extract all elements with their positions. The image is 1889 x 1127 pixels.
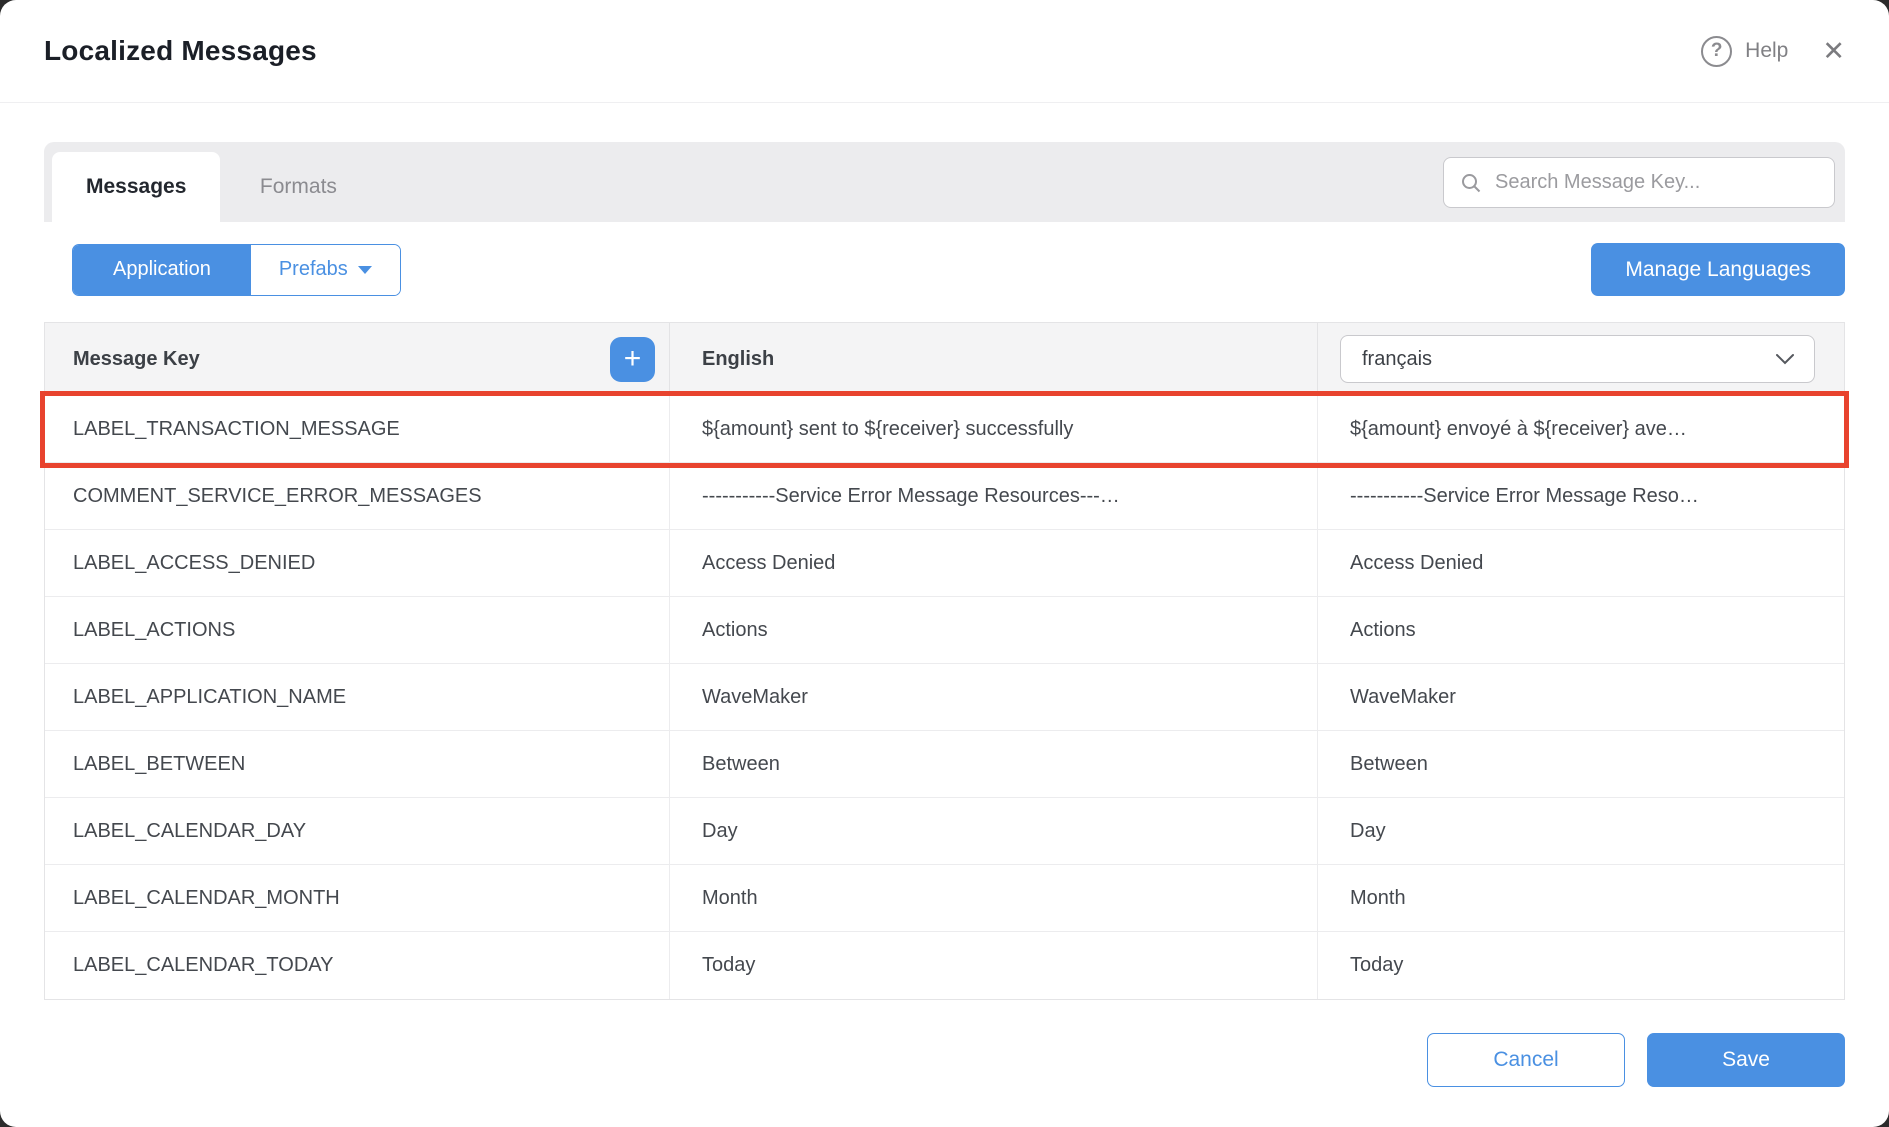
help-icon[interactable]: ?	[1701, 36, 1732, 67]
table-row: LABEL_BETWEEN Between Between	[45, 731, 1844, 798]
message-key-cell[interactable]: LABEL_ACTIONS	[45, 597, 669, 663]
english-value-cell[interactable]: Today	[669, 932, 1317, 999]
search-input[interactable]	[1495, 171, 1818, 194]
message-key-cell[interactable]: LABEL_APPLICATION_NAME	[45, 664, 669, 730]
message-key-header-label: Message Key	[73, 348, 200, 371]
scope-switcher: Application Prefabs	[72, 244, 401, 296]
english-header-label: English	[702, 348, 774, 371]
message-key-cell[interactable]: LABEL_CALENDAR_MONTH	[45, 865, 669, 931]
english-value-cell[interactable]: Between	[669, 731, 1317, 797]
application-button[interactable]: Application	[73, 245, 251, 295]
close-icon[interactable]: ✕	[1822, 38, 1845, 65]
message-key-cell[interactable]: COMMENT_SERVICE_ERROR_MESSAGES	[45, 463, 669, 529]
messages-table: Message Key + English français LABEL_TRA…	[44, 322, 1845, 1000]
search-icon	[1460, 172, 1482, 194]
toolbar: Application Prefabs Manage Languages	[44, 243, 1845, 296]
message-key-cell[interactable]: LABEL_ACCESS_DENIED	[45, 530, 669, 596]
translation-value-cell[interactable]: Access Denied	[1317, 530, 1844, 596]
language-select[interactable]: français	[1340, 335, 1815, 383]
message-key-cell[interactable]: LABEL_TRANSACTION_MESSAGE	[45, 396, 669, 462]
message-key-cell[interactable]: LABEL_CALENDAR_DAY	[45, 798, 669, 864]
search-box[interactable]	[1443, 157, 1835, 208]
english-value-cell[interactable]: Access Denied	[669, 530, 1317, 596]
translation-value-cell[interactable]: Day	[1317, 798, 1844, 864]
english-value-cell[interactable]: WaveMaker	[669, 664, 1317, 730]
cancel-button[interactable]: Cancel	[1427, 1033, 1625, 1087]
message-key-cell[interactable]: LABEL_BETWEEN	[45, 731, 669, 797]
table-row: LABEL_CALENDAR_DAY Day Day	[45, 798, 1844, 865]
table-row: LABEL_CALENDAR_MONTH Month Month	[45, 865, 1844, 932]
english-value-cell[interactable]: Day	[669, 798, 1317, 864]
column-header-english: English	[669, 323, 1317, 395]
translation-value-cell[interactable]: -----------Service Error Message Reso…	[1317, 463, 1844, 529]
table-header: Message Key + English français	[45, 323, 1844, 396]
translation-value-cell[interactable]: Actions	[1317, 597, 1844, 663]
translation-value-cell[interactable]: ${amount} envoyé à ${receiver} ave…	[1317, 396, 1844, 462]
english-value-cell[interactable]: Actions	[669, 597, 1317, 663]
prefabs-label: Prefabs	[279, 258, 348, 281]
save-button[interactable]: Save	[1647, 1033, 1845, 1087]
english-value-cell[interactable]: -----------Service Error Message Resourc…	[669, 463, 1317, 529]
table-row: LABEL_ACCESS_DENIED Access Denied Access…	[45, 530, 1844, 597]
table-body: LABEL_TRANSACTION_MESSAGE ${amount} sent…	[45, 396, 1844, 999]
dialog-content: Messages Formats Application Prefabs Man…	[0, 142, 1889, 1000]
column-header-language: français	[1317, 323, 1844, 395]
language-select-value: français	[1362, 348, 1432, 371]
tab-formats[interactable]: Formats	[220, 152, 376, 222]
tab-messages[interactable]: Messages	[52, 152, 220, 222]
translation-value-cell[interactable]: Today	[1317, 932, 1844, 999]
prefabs-button[interactable]: Prefabs	[251, 245, 400, 295]
add-message-key-button[interactable]: +	[610, 337, 655, 382]
page-title: Localized Messages	[44, 35, 317, 67]
tab-bar: Messages Formats	[44, 142, 1845, 222]
dialog-header: Localized Messages ? Help ✕	[0, 0, 1889, 103]
localized-messages-dialog: Localized Messages ? Help ✕ Messages For…	[0, 0, 1889, 1127]
table-row: LABEL_APPLICATION_NAME WaveMaker WaveMak…	[45, 664, 1844, 731]
table-row: COMMENT_SERVICE_ERROR_MESSAGES ---------…	[45, 463, 1844, 530]
table-row: LABEL_CALENDAR_TODAY Today Today	[45, 932, 1844, 999]
header-actions: ? Help ✕	[1701, 36, 1845, 67]
translation-value-cell[interactable]: WaveMaker	[1317, 664, 1844, 730]
translation-value-cell[interactable]: Between	[1317, 731, 1844, 797]
message-key-cell[interactable]: LABEL_CALENDAR_TODAY	[45, 932, 669, 999]
english-value-cell[interactable]: Month	[669, 865, 1317, 931]
table-row: LABEL_TRANSACTION_MESSAGE ${amount} sent…	[45, 396, 1844, 463]
caret-down-icon	[358, 266, 372, 274]
manage-languages-button[interactable]: Manage Languages	[1591, 243, 1845, 296]
dialog-footer: Cancel Save	[1427, 1033, 1845, 1087]
column-header-message-key: Message Key +	[45, 323, 669, 395]
english-value-cell[interactable]: ${amount} sent to ${receiver} successful…	[669, 396, 1317, 462]
help-link[interactable]: Help	[1745, 39, 1788, 63]
chevron-down-icon	[1775, 353, 1795, 365]
translation-value-cell[interactable]: Month	[1317, 865, 1844, 931]
table-row: LABEL_ACTIONS Actions Actions	[45, 597, 1844, 664]
